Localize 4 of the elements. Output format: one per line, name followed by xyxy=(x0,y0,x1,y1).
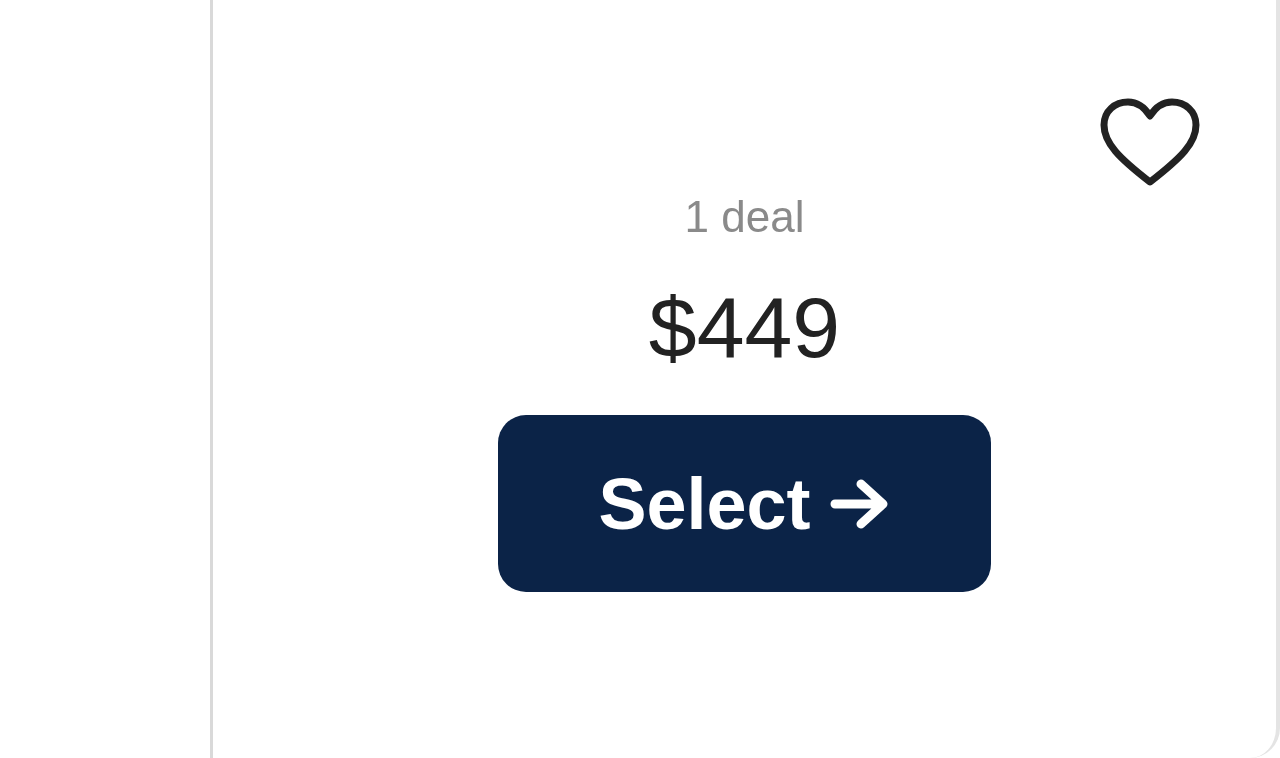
deal-count: 1 deal xyxy=(684,192,805,242)
select-button[interactable]: Select xyxy=(498,415,991,592)
heart-icon[interactable] xyxy=(1099,98,1201,188)
price: $449 xyxy=(648,278,841,377)
